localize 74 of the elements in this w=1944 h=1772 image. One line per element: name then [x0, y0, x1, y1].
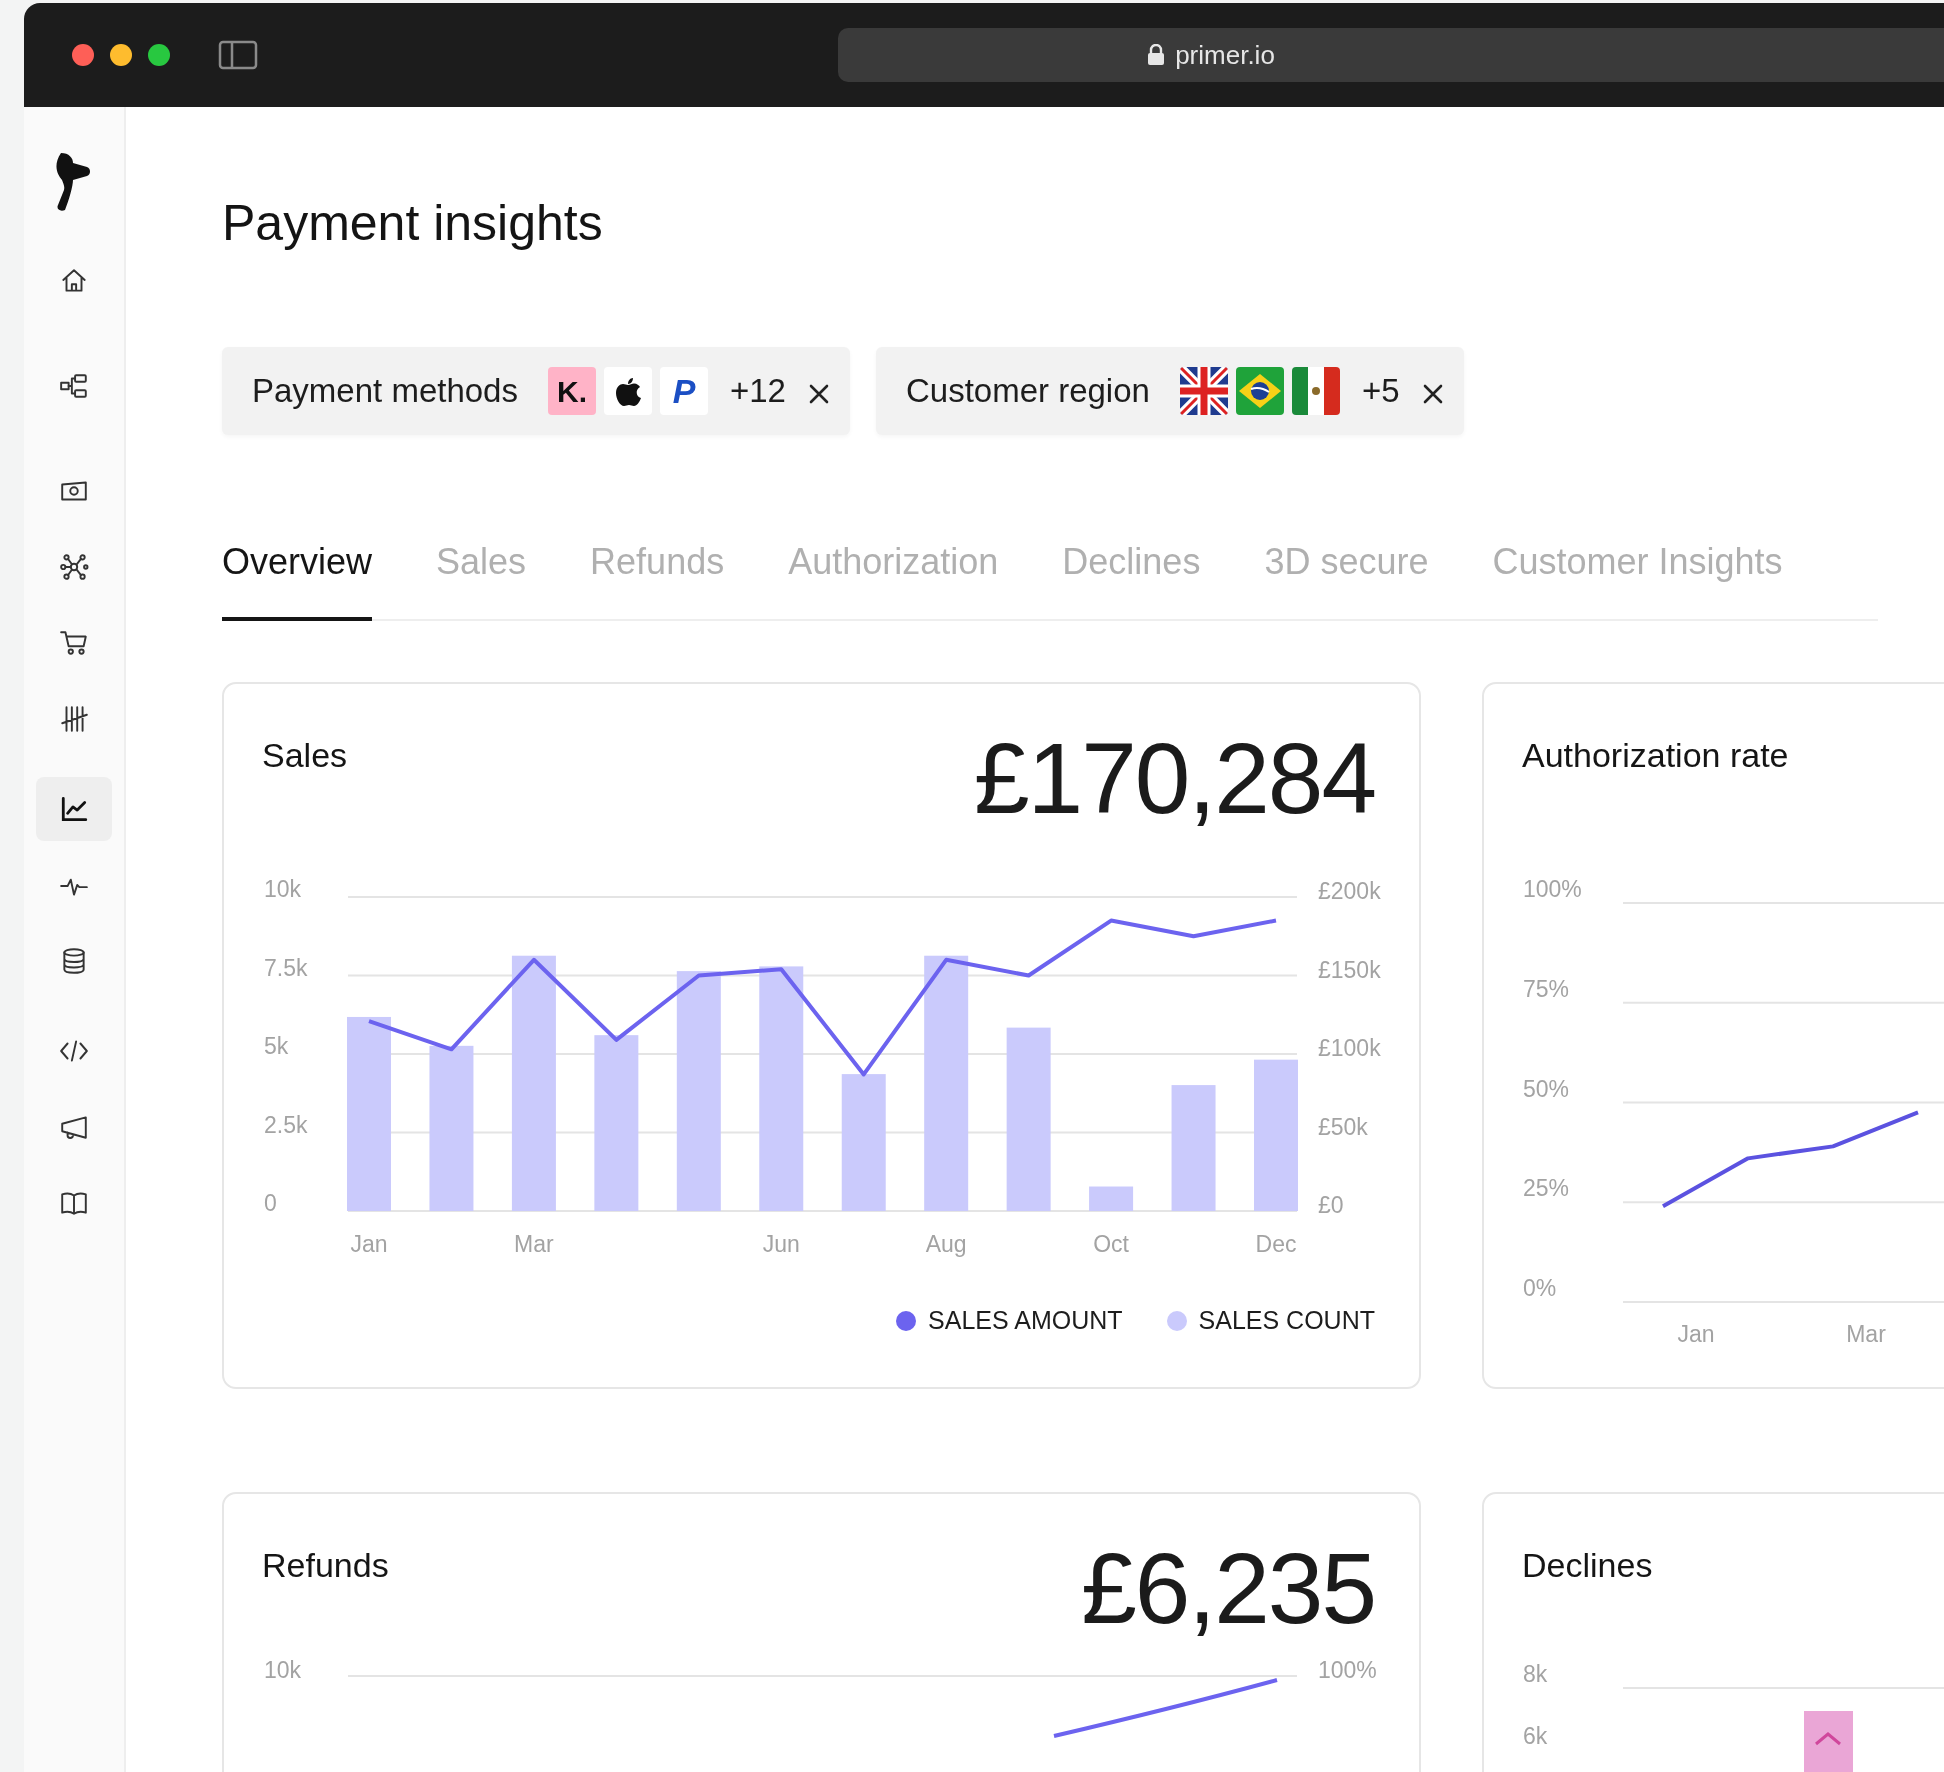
apple-icon	[614, 376, 641, 406]
card-title: Declines	[1522, 1545, 1653, 1586]
sidebar-item[interactable]	[36, 777, 112, 841]
card-title: Authorization rate	[1522, 735, 1789, 776]
legend-label: SALES AMOUNT	[928, 1305, 1123, 1336]
y-axis-label: 100%	[1523, 876, 1582, 903]
close-icon	[1421, 382, 1444, 405]
legend-dot	[1166, 1310, 1187, 1331]
address-bar[interactable]: primer.io	[838, 28, 1944, 82]
more-count: +12	[729, 371, 786, 412]
y-axis-label: £50k	[1318, 1113, 1368, 1140]
close-icon	[807, 382, 830, 405]
url-text: primer.io	[1175, 38, 1276, 72]
x-axis-label: Jun	[762, 1231, 800, 1258]
y-axis-label: 100%	[1318, 1657, 1377, 1684]
tab[interactable]: Refunds	[590, 534, 725, 621]
flag-icon	[1291, 367, 1340, 415]
maximize-window-button[interactable]	[148, 44, 170, 66]
more-count: +5	[1361, 371, 1400, 412]
x-axis-label: Jan	[350, 1231, 388, 1258]
x-axis-label: Aug	[925, 1231, 967, 1258]
y-axis-label: 7.5k	[264, 954, 308, 981]
tally-icon	[59, 704, 89, 734]
y-axis-label: £200k	[1318, 878, 1381, 905]
minimize-window-button[interactable]	[110, 44, 132, 66]
lock-icon	[1147, 44, 1166, 66]
y-axis-label: 0%	[1523, 1275, 1557, 1302]
legend-dot	[896, 1310, 917, 1331]
paypal-badge: P	[659, 367, 708, 415]
line-chart-icon	[59, 794, 89, 824]
x-axis-label: Dec	[1255, 1231, 1297, 1258]
total-amount: £170,284	[973, 726, 1375, 830]
legend-label: SALES COUNT	[1198, 1305, 1375, 1336]
y-axis-label: 2.5k	[264, 1111, 308, 1138]
y-axis-label: 50%	[1523, 1075, 1570, 1102]
sidebar-toggle-icon[interactable]	[218, 40, 258, 70]
y-axis-label: 10k	[264, 876, 302, 903]
close-window-button[interactable]	[72, 44, 94, 66]
bar	[1089, 1186, 1134, 1211]
filter-chip[interactable]: Payment methods K. P +12	[222, 347, 850, 435]
y-axis-label: 6k	[1523, 1723, 1548, 1750]
y-axis-label: 25%	[1523, 1175, 1570, 1202]
klarna-badge: K.	[547, 367, 596, 415]
x-axis-label: Jan	[1677, 1321, 1715, 1348]
tab[interactable]: Customer Insights	[1492, 534, 1783, 621]
logo-icon[interactable]	[56, 151, 92, 213]
filter-label: Payment methods	[252, 371, 518, 412]
tab[interactable]: Declines	[1062, 534, 1201, 621]
total-amount: £6,235	[1081, 1536, 1375, 1640]
y-axis-label: 0	[264, 1190, 277, 1217]
flag-icon	[1235, 367, 1284, 415]
flag-icon	[1179, 367, 1228, 415]
x-axis-label: Oct	[1093, 1231, 1129, 1258]
network-icon	[59, 552, 89, 582]
y-axis-label: £100k	[1318, 1035, 1381, 1062]
page-title: Payment insights	[222, 194, 604, 253]
y-axis-label: 5k	[264, 1033, 289, 1060]
card-title: Refunds	[262, 1545, 389, 1586]
y-axis-label: £150k	[1318, 956, 1381, 983]
filter-chip[interactable]: Customer region +5	[875, 347, 1464, 435]
x-axis-label: Mar	[1846, 1321, 1886, 1348]
tab[interactable]: Authorization	[788, 534, 999, 621]
y-axis-label: 10k	[264, 1657, 302, 1684]
tab[interactable]: Overview	[222, 534, 373, 621]
flowchart-icon	[59, 371, 89, 401]
tab[interactable]: Sales	[436, 534, 527, 621]
y-axis-label: £0	[1318, 1192, 1344, 1219]
filter-label: Customer region	[905, 371, 1150, 412]
x-axis-label: Mar	[514, 1231, 554, 1258]
y-axis-label: 75%	[1523, 975, 1570, 1002]
cart-icon	[59, 628, 89, 658]
card-title: Sales	[262, 735, 348, 776]
y-axis-label: 8k	[1523, 1661, 1548, 1688]
tab[interactable]: 3D secure	[1264, 534, 1429, 621]
